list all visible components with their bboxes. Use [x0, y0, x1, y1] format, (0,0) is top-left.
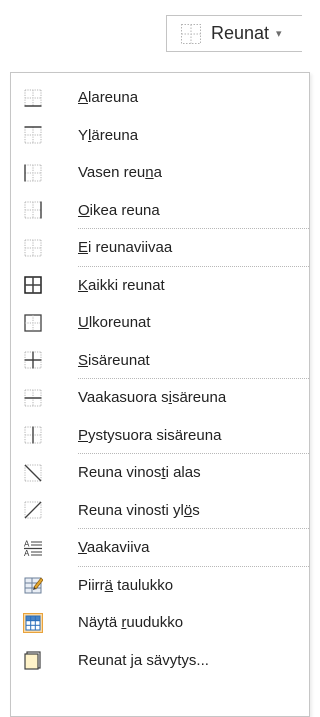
menu-item-label: Yläreuna [78, 126, 139, 144]
menu-item-all-borders[interactable]: Kaikki reunat [11, 267, 309, 305]
menu-item-diagonal-up-border[interactable]: Reuna vinosti ylös [11, 492, 309, 530]
border-dotted-icon [176, 19, 206, 49]
mnemonic-letter: ä [104, 576, 114, 594]
mnemonic-letter: E [78, 239, 89, 257]
menu-item-outside-borders[interactable]: Ulkoreunat [11, 304, 309, 342]
outside-borders-icon [23, 313, 43, 333]
borders-and-shading-icon [23, 650, 43, 670]
menu-item-label: Piirrä taulukko [78, 576, 174, 594]
view-gridlines-icon [23, 612, 43, 633]
menu-item-right-border[interactable]: Oikea reuna [11, 192, 309, 230]
menu-item-label: Reuna vinosti ylös [78, 501, 200, 519]
menu-item-inside-vertical-border[interactable]: Pystysuora sisäreuna [11, 417, 309, 455]
menu-item-draw-table[interactable]: Piirrä taulukko [11, 567, 309, 605]
menu-item-label: Alareuna [78, 89, 139, 107]
menu-item-label: Kaikki reunat [78, 276, 165, 294]
menu-item-left-border[interactable]: Vasen reuna [11, 154, 309, 192]
menu-item-label: Sisäreunat [78, 351, 150, 369]
mnemonic-letter: A [78, 89, 89, 107]
bottom-border-icon [23, 88, 43, 108]
left-border-icon [23, 163, 43, 183]
menu-item-label: Vaakasuora sisäreuna [78, 389, 227, 407]
mnemonic-letter: ö [183, 501, 193, 519]
menu-item-borders-and-shading[interactable]: Reunat ja sävytys... [11, 642, 309, 680]
mnemonic-letter: S [78, 351, 89, 369]
menu-item-bottom-border[interactable]: Alareuna [11, 79, 309, 117]
menu-item-inside-borders[interactable]: Sisäreunat [11, 342, 309, 380]
svg-text:A: A [24, 549, 30, 558]
menu-item-label: Näytä ruudukko [78, 614, 184, 632]
top-border-icon [23, 125, 43, 145]
horizontal-line-icon: AA [23, 538, 43, 558]
inside-borders-icon [23, 350, 43, 370]
mnemonic-letter: n [145, 164, 154, 182]
right-border-icon [23, 200, 43, 220]
borders-button-label: Reunat [211, 23, 270, 43]
borders-menu-list: Alareuna Yläreuna Vasen reuna Oikea reuna Ei… [11, 79, 309, 679]
menu-item-no-border[interactable]: Ei reunaviivaa [11, 229, 309, 267]
svg-text:A: A [24, 539, 30, 548]
draw-table-icon [23, 575, 43, 595]
menu-item-label: Ulkoreunat [78, 314, 151, 332]
menu-item-label: Ei reunaviivaa [78, 239, 173, 257]
mnemonic-letter: V [78, 539, 87, 557]
menu-item-label: Reunat ja sävytys... [78, 651, 209, 669]
mnemonic-letter: K [78, 276, 89, 294]
menu-item-inside-horizontal-border[interactable]: Vaakasuora sisäreuna [11, 379, 309, 417]
menu-item-label: Vaakaviiva [78, 539, 150, 557]
menu-item-label: Oikea reuna [78, 201, 160, 219]
diagonal-up-border-icon [23, 500, 43, 520]
inside-vertical-border-icon [23, 425, 43, 445]
mnemonic-letter: O [78, 201, 90, 219]
menu-item-top-border[interactable]: Yläreuna [11, 117, 309, 155]
menu-item-horizontal-line[interactable]: A A Vaakaviiva [11, 529, 309, 567]
borders-menu: Alareuna Yläreuna Vasen reuna Oikea reuna Ei… [10, 72, 310, 717]
borders-dropdown-button[interactable]: Reunat ▾ [166, 15, 302, 52]
menu-item-label: Pystysuora sisäreuna [78, 426, 222, 444]
menu-item-diagonal-down-border[interactable]: Reuna vinosti alas [11, 454, 309, 492]
inside-horizontal-border-icon [23, 388, 43, 408]
all-borders-icon [23, 275, 43, 295]
mnemonic-letter: P [78, 426, 89, 444]
menu-item-label: Reuna vinosti alas [78, 464, 201, 482]
menu-item-label: Vasen reuna [78, 164, 162, 182]
diagonal-down-border-icon [23, 463, 43, 483]
menu-item-view-gridlines[interactable]: Näytä ruudukko [11, 604, 309, 642]
chevron-down-icon[interactable]: ▾ [276, 27, 282, 40]
no-border-icon [23, 238, 43, 258]
mnemonic-letter: U [78, 314, 89, 332]
